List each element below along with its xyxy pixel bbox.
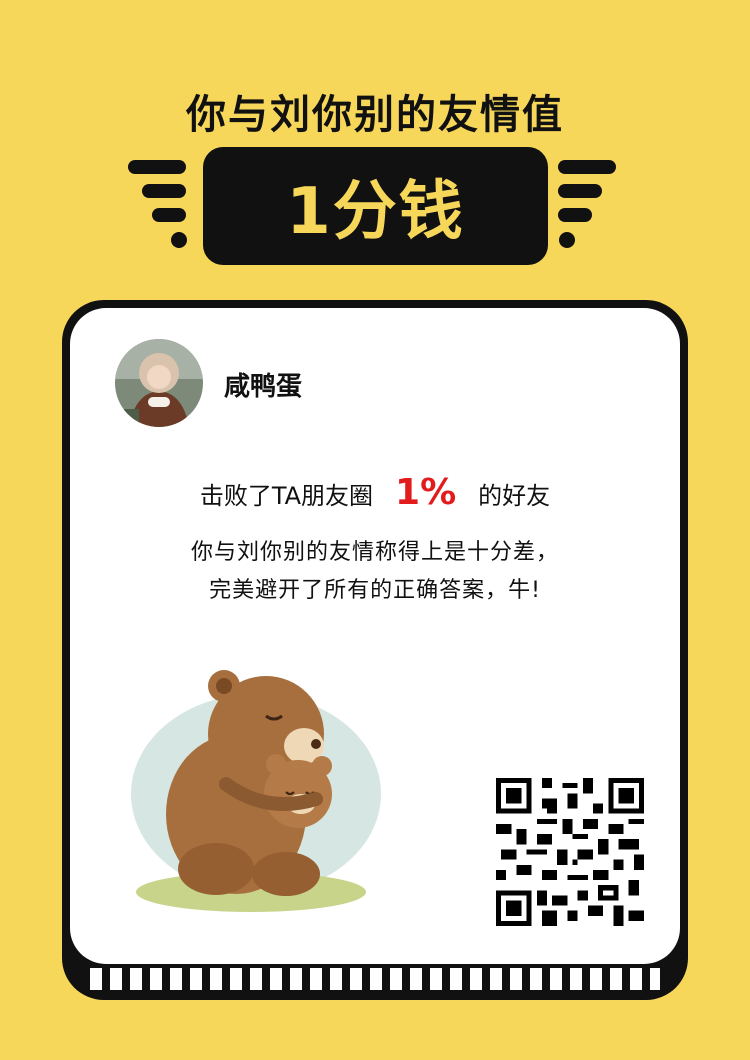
result-card-frame: 咸鸭蛋 击败了TA朋友圈 1% 的好友 你与刘你别的友情称得上是十分差， 完美避开了… — [62, 300, 688, 1000]
qr-code — [496, 778, 644, 926]
description-line-2: 完美避开了所有的正确答案，牛! — [209, 578, 541, 603]
page-title: 你与刘你别的友情值 — [186, 92, 564, 138]
beat-suffix: 的好友 — [478, 482, 551, 510]
speed-lines-left-icon — [128, 160, 187, 248]
beat-percent: 1% — [395, 472, 457, 513]
friendship-score: 1分钱 — [286, 175, 465, 249]
beat-line: 击败了TA朋友圈 1% 的好友 — [70, 472, 680, 513]
user-name: 咸鸭蛋 — [224, 372, 303, 402]
speed-lines-right-icon — [558, 160, 616, 248]
beat-prefix: 击败了TA朋友圈 — [199, 482, 374, 510]
avatar — [115, 339, 203, 427]
description-line-1: 你与刘你别的友情称得上是十分差， — [190, 540, 559, 565]
card-bottom-stripes — [90, 968, 660, 990]
score-box: 1分钱 — [203, 147, 548, 265]
result-card: 咸鸭蛋 击败了TA朋友圈 1% 的好友 你与刘你别的友情称得上是十分差， 完美避开了… — [70, 308, 680, 964]
bear-illustration — [131, 670, 381, 912]
